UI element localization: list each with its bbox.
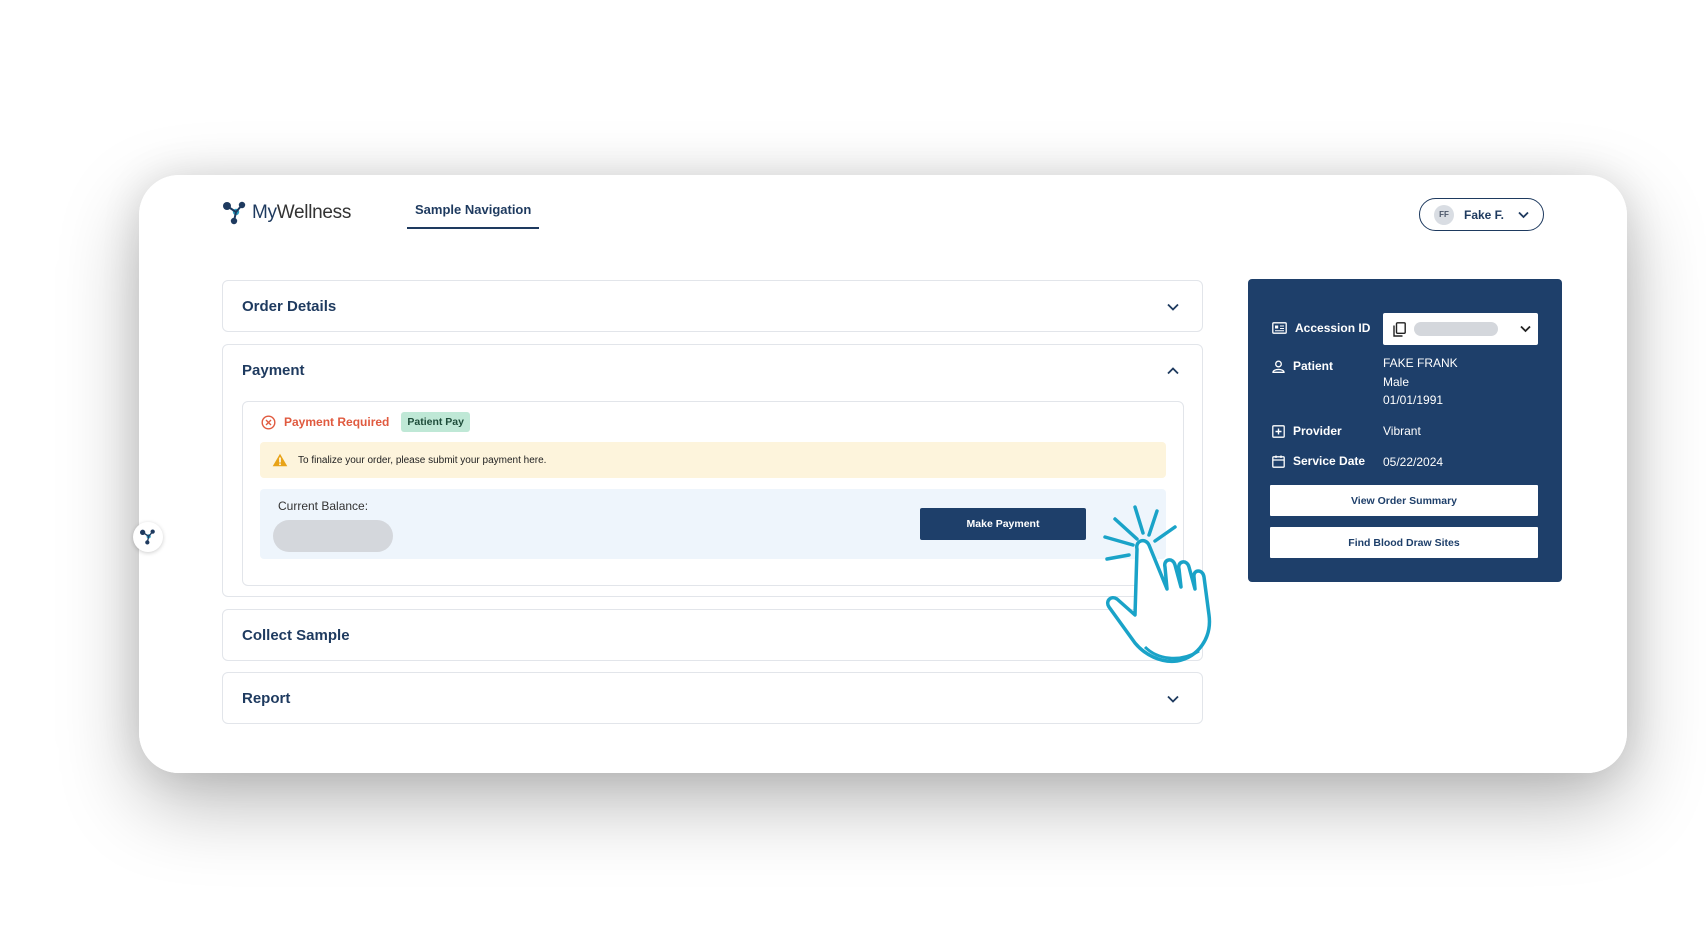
section-collect-sample[interactable]: Collect Sample [222, 609, 1203, 661]
provider-label: Provider [1293, 424, 1342, 438]
section-title: Order Details [242, 298, 337, 315]
service-date-label: Service Date [1293, 454, 1366, 468]
accession-id-select[interactable] [1383, 313, 1538, 345]
plus-square-icon [1272, 424, 1285, 438]
user-name: Fake F. [1464, 207, 1505, 222]
section-title: Report [242, 690, 291, 707]
calendar-icon [1272, 455, 1285, 468]
chevron-down-icon [1520, 325, 1531, 333]
patient-details: FAKE FRANK Male 01/01/1991 [1383, 354, 1458, 410]
balance-value-placeholder [273, 520, 393, 552]
logo-icon [223, 201, 246, 225]
view-order-summary-button[interactable]: View Order Summary [1270, 485, 1538, 516]
section-title: Collect Sample [242, 627, 350, 644]
accession-id-row: Accession ID [1272, 321, 1370, 335]
accession-id-placeholder [1414, 322, 1498, 336]
patient-row: Patient [1272, 359, 1333, 373]
payment-card: Payment Required Patient Pay To finalize… [242, 401, 1184, 586]
chevron-down-icon[interactable] [1166, 300, 1180, 314]
user-icon [1272, 360, 1285, 373]
payment-status-row: Payment Required Patient Pay [261, 412, 470, 432]
error-circle-icon [261, 414, 276, 430]
provider-value: Vibrant [1383, 424, 1421, 438]
accession-id-label: Accession ID [1295, 321, 1371, 335]
balance-panel: Current Balance: Make Payment [260, 489, 1166, 559]
logo-icon [140, 529, 155, 545]
brand-logo[interactable]: MyWellness [222, 201, 351, 225]
service-date-value: 05/22/2024 [1383, 455, 1444, 469]
order-info-panel: Accession ID Patient FAKE FRANK Male 01/… [1248, 279, 1562, 582]
chevron-up-icon[interactable] [1166, 364, 1180, 378]
status-badge: Payment Required [284, 415, 390, 429]
app-window: MyWellness Sample Navigation FF Fake F. … [139, 175, 1627, 773]
patient-label: Patient [1293, 359, 1334, 373]
avatar: FF [1434, 204, 1454, 225]
section-report[interactable]: Report [222, 672, 1203, 724]
section-payment: Payment Payment Required Patient Pay To [222, 344, 1203, 597]
copy-icon[interactable] [1393, 321, 1406, 337]
brand-name: MyWellness [252, 202, 352, 223]
alert-text: To finalize your order, please submit yo… [298, 454, 547, 466]
provider-row: Provider [1272, 424, 1342, 438]
tab-sample-navigation[interactable]: Sample Navigation [407, 202, 540, 229]
user-menu-button[interactable]: FF Fake F. [1419, 198, 1544, 231]
service-date-row: Service Date [1272, 454, 1365, 468]
chevron-down-icon [1518, 211, 1529, 218]
id-card-icon [1272, 322, 1287, 334]
patient-dob: 01/01/1991 [1383, 393, 1444, 407]
patient-pay-badge: Patient Pay [401, 412, 470, 432]
payment-alert: To finalize your order, please submit yo… [260, 442, 1166, 478]
patient-name: FAKE FRANK [1383, 356, 1458, 370]
section-title[interactable]: Payment [242, 362, 305, 379]
warning-icon [272, 453, 288, 467]
floating-logo-button[interactable] [133, 522, 163, 552]
chevron-down-icon[interactable] [1166, 692, 1180, 706]
find-blood-draw-sites-button[interactable]: Find Blood Draw Sites [1270, 527, 1538, 558]
balance-label: Current Balance: [278, 499, 369, 513]
pointer-hand-icon [1103, 505, 1212, 664]
make-payment-button[interactable]: Make Payment [920, 508, 1086, 540]
section-order-details[interactable]: Order Details [222, 280, 1203, 332]
patient-sex: Male [1383, 374, 1410, 389]
